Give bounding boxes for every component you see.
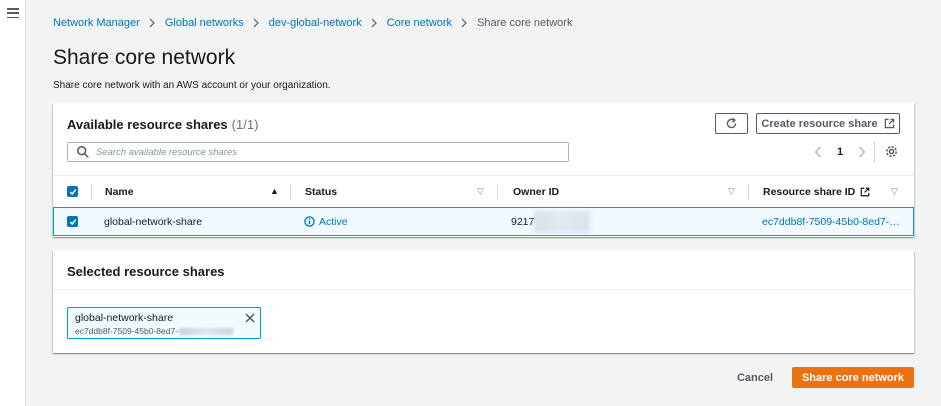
next-page-icon[interactable] <box>855 145 869 159</box>
row-name: global-network-share <box>104 215 203 228</box>
chevron-right-icon <box>371 18 377 28</box>
sort-icon[interactable]: ▽ <box>728 186 735 197</box>
available-shares-title: Available resource shares (1/1) <box>67 117 258 132</box>
current-page-number[interactable]: 1 <box>837 146 843 158</box>
table-header: Name ▲ Status ▽ Owner ID ▽ Resource shar… <box>53 175 914 207</box>
gear-icon[interactable] <box>884 144 899 159</box>
column-divider <box>748 184 749 200</box>
redacted-owner-id <box>534 210 591 233</box>
search-icon <box>76 145 89 158</box>
breadcrumb-current: Share core network <box>477 17 573 29</box>
sort-ascending-icon[interactable]: ▲ <box>270 186 279 196</box>
checkmark-icon <box>69 218 76 225</box>
breadcrumb-global-networks[interactable]: Global networks <box>165 17 244 29</box>
close-icon[interactable] <box>244 312 256 324</box>
selected-shares-header: Selected resource shares <box>53 250 914 290</box>
select-all-checkbox[interactable] <box>67 186 78 197</box>
available-shares-heading: Available resource shares <box>67 117 228 132</box>
external-link-icon <box>860 187 870 197</box>
row-owner-id: 9217 <box>511 208 591 235</box>
table-row[interactable]: global-network-share Active 9217 ec7ddb8… <box>53 207 914 236</box>
available-shares-count: (1/1) <box>231 117 259 132</box>
column-header-status[interactable]: Status <box>305 176 337 208</box>
page-description: Share core network with an AWS account o… <box>53 80 331 91</box>
pager-divider <box>874 141 875 163</box>
row-checkbox[interactable] <box>67 216 78 227</box>
sort-icon[interactable]: ▽ <box>477 186 484 197</box>
resource-share-id-label: Resource share ID <box>763 186 856 198</box>
pagination: 1 <box>811 143 869 161</box>
column-header-owner-id[interactable]: Owner ID <box>513 176 559 208</box>
row-status: Active <box>304 208 348 235</box>
column-divider <box>497 184 498 200</box>
search-input[interactable] <box>96 146 556 158</box>
token-id: ec7ddb8f-7509-45b0-8ed7- <box>75 326 234 336</box>
sort-icon[interactable]: ▽ <box>891 186 898 197</box>
info-icon <box>304 216 315 227</box>
column-header-name[interactable]: Name <box>105 176 134 208</box>
chevron-right-icon <box>149 18 155 28</box>
breadcrumb-network-manager[interactable]: Network Manager <box>53 17 140 29</box>
column-divider <box>290 184 291 200</box>
selected-resource-shares-panel: Selected resource shares global-network-… <box>53 250 914 353</box>
cancel-button[interactable]: Cancel <box>731 369 779 387</box>
chevron-right-icon <box>461 18 467 28</box>
available-resource-shares-panel: Available resource shares (1/1) Create re… <box>53 103 914 237</box>
side-navigation <box>0 0 26 406</box>
chevron-right-icon <box>253 18 259 28</box>
refresh-button[interactable] <box>715 113 748 134</box>
row-resource-share-id-link[interactable]: ec7ddb8f-7509-45b0-8ed7-… <box>762 208 900 235</box>
selected-shares-title: Selected resource shares <box>67 264 225 279</box>
breadcrumb-core-network[interactable]: Core network <box>387 17 452 29</box>
breadcrumb-dev-global-network[interactable]: dev-global-network <box>269 17 362 29</box>
token-id-text: ec7ddb8f-7509-45b0-8ed7- <box>75 326 179 336</box>
create-resource-share-button[interactable]: Create resource share <box>756 113 900 134</box>
create-resource-share-label: Create resource share <box>761 117 878 130</box>
menu-icon[interactable] <box>7 8 19 18</box>
search-field[interactable] <box>67 142 569 162</box>
refresh-icon <box>726 117 737 129</box>
checkmark-icon <box>69 188 76 195</box>
selected-share-token: global-network-share ec7ddb8f-7509-45b0-… <box>67 307 261 339</box>
share-core-network-button[interactable]: Share core network <box>792 367 914 388</box>
redacted-token-id <box>179 327 234 335</box>
page-title: Share core network <box>53 46 236 69</box>
status-text: Active <box>319 215 348 228</box>
column-header-resource-share-id[interactable]: Resource share ID <box>763 176 870 208</box>
column-divider <box>91 184 92 200</box>
external-link-icon <box>884 118 894 129</box>
previous-page-icon[interactable] <box>811 145 825 159</box>
owner-id-text: 9217 <box>511 215 535 228</box>
token-name: global-network-share <box>75 312 174 324</box>
breadcrumb: Network Manager Global networks dev-glob… <box>53 16 572 30</box>
